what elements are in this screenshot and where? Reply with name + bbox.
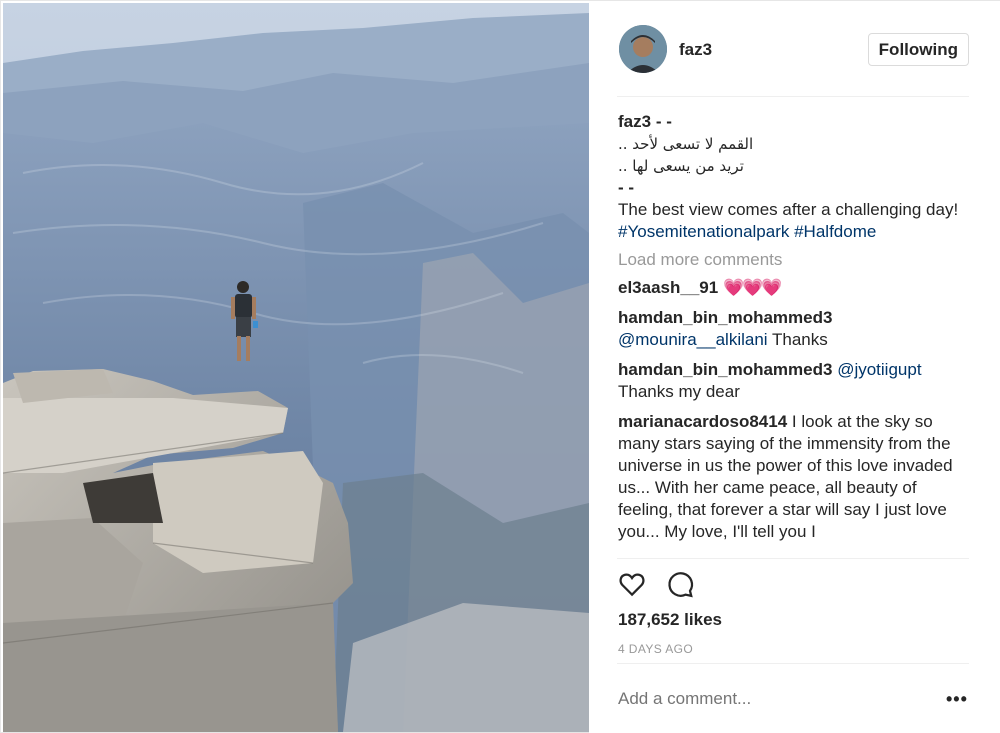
heart-icon[interactable] — [617, 569, 651, 603]
following-button[interactable]: Following — [867, 33, 969, 66]
comment-mention[interactable]: @mounira__alkilani — [618, 330, 768, 349]
user-avatar-icon — [619, 25, 667, 73]
caption-arabic-line-1: القمم لا تسعى لأحد .. — [618, 135, 754, 153]
caption-arabic-block: القمم لا تسعى لأحد .. تريد من يسعى لها .… — [618, 133, 970, 177]
post-actions — [617, 569, 817, 603]
post-timestamp: 4 DAYS AGO — [618, 642, 694, 656]
comment-username[interactable]: hamdan_bin_mohammed3 — [618, 308, 832, 327]
comment-username[interactable]: hamdan_bin_mohammed3 — [618, 360, 832, 379]
more-options-icon[interactable]: ••• — [946, 689, 968, 710]
comment-text: Thanks my dear — [618, 382, 740, 401]
comment-text: Thanks — [771, 330, 828, 349]
comment-username[interactable]: marianacardoso8414 — [618, 412, 787, 431]
comment-bubble-icon[interactable] — [665, 569, 699, 603]
comment: el3aash__91 💗💗💗 — [618, 277, 970, 299]
caption-text: The best view comes after a challenging … — [618, 200, 959, 219]
comment-username[interactable]: el3aash__91 — [618, 278, 718, 297]
comment: hamdan_bin_mohammed3 @mounira__alkilani … — [618, 307, 970, 351]
username[interactable]: faz3 — [679, 40, 712, 60]
caption: faz3 - - القمم لا تسعى لأحد .. تريد من ي… — [618, 111, 970, 243]
divider — [617, 558, 969, 559]
caption-dashes: - - — [655, 112, 672, 131]
post-details-panel: faz3 Following faz3 - - القمم لا تسعى لأ… — [589, 1, 1000, 733]
comment-mention[interactable]: @jyotiigupt — [837, 360, 921, 379]
comments-section: faz3 - - القمم لا تسعى لأحد .. تريد من ي… — [618, 111, 970, 558]
caption-arabic-line-2: تريد من يسعى لها .. — [618, 157, 744, 175]
divider — [617, 663, 969, 664]
load-more-comments-link[interactable]: Load more comments — [618, 249, 970, 271]
avatar[interactable] — [619, 25, 667, 73]
divider — [617, 96, 969, 97]
likes-count[interactable]: 187,652 likes — [618, 610, 722, 630]
instagram-post: faz3 Following faz3 - - القمم لا تسعى لأ… — [0, 0, 1000, 733]
post-header: faz3 Following — [617, 23, 969, 77]
comment: marianacardoso8414 I look at the sky so … — [618, 411, 970, 543]
caption-hashtags[interactable]: #Yosemitenationalpark #Halfdome — [618, 221, 970, 243]
comment-text: I look at the sky so many stars saying o… — [618, 412, 953, 541]
post-photo[interactable] — [3, 3, 589, 732]
caption-username[interactable]: faz3 — [618, 112, 651, 131]
mountain-photo-illustration — [3, 3, 589, 732]
comment: hamdan_bin_mohammed3 @jyotiigupt Thanks … — [618, 359, 970, 403]
add-comment-input[interactable] — [618, 689, 898, 709]
caption-dash-line: - - — [618, 178, 635, 197]
comment-text: 💗💗💗 — [722, 278, 782, 297]
